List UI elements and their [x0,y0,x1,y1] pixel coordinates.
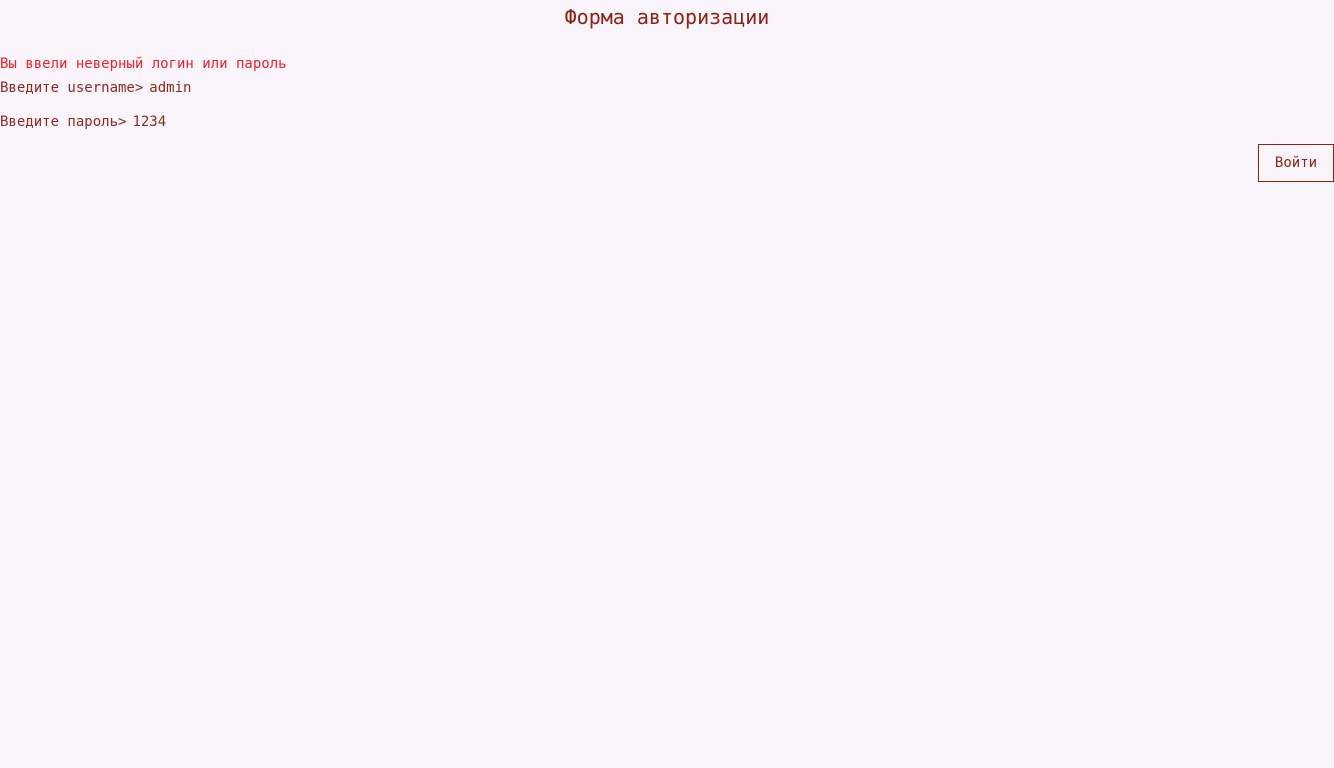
page-title: Форма авторизации [564,5,770,29]
username-field[interactable]: admin [149,80,191,96]
password-row: Введите пароль> 1234 [0,113,166,131]
password-prompt: Введите пароль> [0,114,127,130]
password-field[interactable]: 1234 [132,114,166,130]
login-button[interactable]: Войти [1258,144,1334,182]
username-row: Введите username> admin [0,79,191,97]
error-message: Вы ввели неверный логин или пароль [0,56,287,72]
username-prompt: Введите username> [0,80,144,96]
